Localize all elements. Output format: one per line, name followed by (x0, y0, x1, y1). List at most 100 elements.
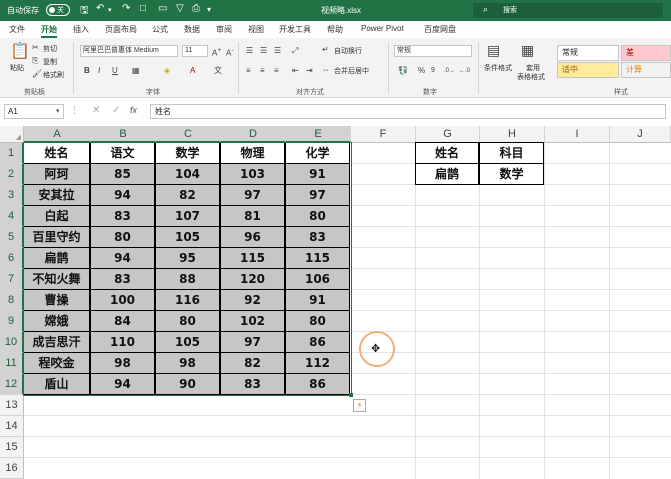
table-cell[interactable]: 83 (220, 373, 285, 395)
tab-help[interactable]: 帮助 (327, 24, 343, 35)
indent-increase-icon[interactable]: ⇥ (306, 66, 313, 76)
cancel-entry-icon[interactable]: ✕ (92, 105, 100, 116)
fill-color-icon[interactable]: ◈ (164, 66, 170, 76)
table-cell[interactable]: 97 (285, 184, 350, 206)
table-cell[interactable]: 95 (155, 247, 220, 269)
format-painter-icon[interactable]: 🖌 (32, 69, 42, 79)
tab-developer[interactable]: 开发工具 (279, 24, 311, 35)
table-cell[interactable]: 115 (220, 247, 285, 269)
column-header-g[interactable]: G (416, 126, 480, 143)
copy-icon[interactable]: ⎘ (32, 56, 38, 66)
copy-label[interactable]: 复制 (43, 57, 57, 67)
table-cell[interactable]: 86 (285, 373, 350, 395)
insert-function-icon[interactable]: fx (130, 105, 137, 115)
table-cell[interactable]: 阿珂 (23, 163, 90, 185)
table-cell[interactable]: 90 (155, 373, 220, 395)
row-header[interactable]: 3 (0, 185, 24, 206)
table-cell[interactable]: 80 (285, 310, 350, 332)
row-header[interactable]: 1 (0, 143, 24, 164)
lookup-cell[interactable]: 扁鹊 (415, 163, 479, 185)
row-header[interactable]: 2 (0, 164, 24, 185)
table-cell[interactable]: 97 (220, 331, 285, 353)
comma-icon[interactable]: 9 (431, 66, 435, 76)
format-as-table-icon[interactable]: ▦ (521, 43, 534, 57)
align-middle-icon[interactable]: ☰ (260, 46, 267, 56)
filter-icon[interactable]: ▽ (176, 3, 184, 14)
fill-handle[interactable] (349, 393, 353, 397)
table-cell[interactable]: 94 (90, 247, 155, 269)
table-cell[interactable]: 110 (90, 331, 155, 353)
tab-view[interactable]: 视图 (248, 24, 264, 35)
column-header-h[interactable]: H (480, 126, 545, 143)
row-header[interactable]: 10 (0, 332, 24, 353)
align-top-icon[interactable]: ☰ (246, 46, 253, 56)
orientation-icon[interactable]: ⤢ (292, 46, 298, 56)
undo-dropdown-icon[interactable]: ▾ (108, 6, 112, 14)
percent-icon[interactable]: % (418, 66, 425, 76)
table-cell[interactable]: 85 (90, 163, 155, 185)
lookup-header-cell[interactable]: 姓名 (415, 142, 479, 164)
tab-baidu-netdisk[interactable]: 百度网盘 (424, 24, 456, 35)
lookup-cell[interactable]: 数学 (479, 163, 544, 185)
decrease-decimal-icon[interactable]: ←.0 (459, 66, 470, 76)
table-cell[interactable]: 83 (90, 205, 155, 227)
formula-input[interactable]: 姓名 (150, 104, 666, 119)
style-normal[interactable]: 常规 (557, 45, 619, 61)
row-header[interactable]: 6 (0, 248, 24, 269)
lookup-header-cell[interactable]: 科目 (479, 142, 544, 164)
align-left-icon[interactable]: ≡ (246, 66, 251, 76)
autosave-toggle[interactable]: 关 (46, 4, 70, 16)
style-bad[interactable]: 差 (621, 45, 671, 61)
row-header[interactable]: 9 (0, 311, 24, 332)
wrap-text-label[interactable]: 自动换行 (334, 46, 362, 56)
table-cell[interactable]: 成吉思汗 (23, 331, 90, 353)
customize-qat-icon[interactable]: ▾ (207, 5, 211, 14)
table-cell[interactable]: 107 (155, 205, 220, 227)
table-cell[interactable]: 94 (90, 184, 155, 206)
bold-icon[interactable]: B (84, 66, 90, 76)
row-header[interactable]: 16 (0, 458, 24, 479)
redo-icon[interactable]: ↷ (122, 3, 130, 14)
underline-icon[interactable]: U (112, 66, 118, 76)
tab-formulas[interactable]: 公式 (152, 24, 168, 35)
table-cell[interactable]: 91 (285, 163, 350, 185)
table-cell[interactable]: 嫦娥 (23, 310, 90, 332)
format-painter-label[interactable]: 格式刷 (43, 70, 64, 80)
quick-analysis-icon[interactable]: ⚡ (353, 399, 366, 412)
table-cell[interactable]: 112 (285, 352, 350, 374)
style-calculation[interactable]: 计算 (621, 62, 671, 78)
column-header-f[interactable]: F (351, 126, 416, 143)
table-cell[interactable]: 83 (90, 268, 155, 290)
table-cell[interactable]: 盾山 (23, 373, 90, 395)
table-cell[interactable]: 82 (220, 352, 285, 374)
table-cell[interactable]: 扁鹊 (23, 247, 90, 269)
table-cell[interactable]: 106 (285, 268, 350, 290)
table-cell[interactable]: 80 (155, 310, 220, 332)
table-cell[interactable]: 98 (155, 352, 220, 374)
conditional-format-icon[interactable]: ▤ (487, 43, 500, 57)
table-cell[interactable]: 98 (90, 352, 155, 374)
paste-icon[interactable]: 📋 (10, 44, 30, 60)
table-cell[interactable]: 白起 (23, 205, 90, 227)
tab-insert[interactable]: 插入 (73, 24, 89, 35)
tab-page-layout[interactable]: 页面布局 (105, 24, 137, 35)
column-header-b[interactable]: B (91, 126, 156, 143)
table-header-cell[interactable]: 语文 (90, 142, 155, 164)
table-cell[interactable]: 安其拉 (23, 184, 90, 206)
cut-icon[interactable]: ✂ (32, 43, 39, 53)
table-cell[interactable]: 97 (220, 184, 285, 206)
wrap-text-icon[interactable]: ↵ (322, 45, 329, 55)
table-cell[interactable]: 80 (285, 205, 350, 227)
table-cell[interactable]: 百里守约 (23, 226, 90, 248)
table-header-cell[interactable]: 物理 (220, 142, 285, 164)
table-header-cell[interactable]: 姓名 (23, 142, 90, 164)
table-cell[interactable]: 105 (155, 226, 220, 248)
table-cell[interactable]: 80 (90, 226, 155, 248)
row-header[interactable]: 14 (0, 416, 24, 437)
search-box[interactable]: ⌕ 搜索 (473, 3, 663, 18)
row-header[interactable]: 12 (0, 374, 24, 395)
table-cell[interactable]: 83 (285, 226, 350, 248)
font-color-icon[interactable]: A (190, 66, 195, 76)
row-header[interactable]: 7 (0, 269, 24, 290)
row-header[interactable]: 5 (0, 227, 24, 248)
